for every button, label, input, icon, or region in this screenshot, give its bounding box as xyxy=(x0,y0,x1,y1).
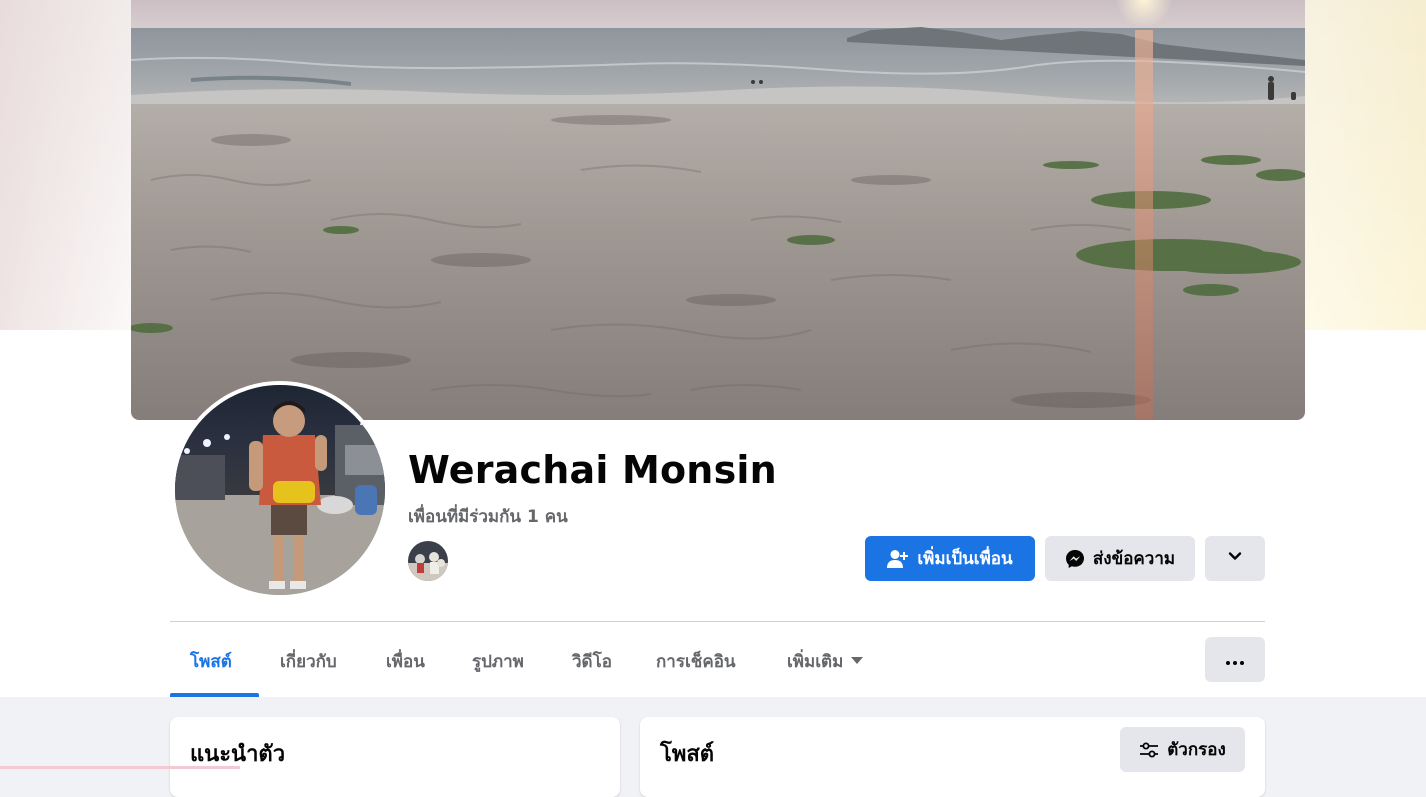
tab-more-label: เพิ่มเติม xyxy=(787,651,844,672)
cover-photo[interactable] xyxy=(131,0,1305,420)
filter-label: ตัวกรอง xyxy=(1167,740,1226,760)
tab-posts[interactable]: โพสต์ xyxy=(190,637,232,685)
active-tab-indicator xyxy=(170,693,259,697)
sliders-icon xyxy=(1139,741,1159,759)
profile-picture[interactable] xyxy=(175,385,385,595)
profile-options-button[interactable] xyxy=(1205,637,1265,682)
profile-header: Werachai Monsin เพื่อนที่มีร่วมกัน 1 คน … xyxy=(0,0,1426,697)
mutual-friends-count[interactable]: เพื่อนที่มีร่วมกัน 1 คน xyxy=(408,503,568,530)
tab-videos[interactable]: วิดีโอ xyxy=(572,637,612,685)
tab-friends[interactable]: เพื่อน xyxy=(386,637,425,685)
header-divider xyxy=(170,621,1265,622)
add-friend-button[interactable]: เพิ่มเป็นเพื่อน xyxy=(865,536,1035,581)
tab-about[interactable]: เกี่ยวกับ xyxy=(280,637,337,685)
intro-card: แนะนำตัว xyxy=(170,717,620,797)
add-friend-label: เพิ่มเป็นเพื่อน xyxy=(917,549,1013,569)
chevron-down-icon xyxy=(1227,548,1243,569)
message-button[interactable]: ส่งข้อความ xyxy=(1045,536,1195,581)
profile-name: Werachai Monsin xyxy=(408,448,777,492)
tab-photos[interactable]: รูปภาพ xyxy=(472,637,524,685)
messenger-icon xyxy=(1065,549,1085,569)
posts-card: โพสต์ ตัวกรอง xyxy=(640,717,1265,797)
filter-button[interactable]: ตัวกรอง xyxy=(1120,727,1245,772)
profile-tabs: โพสต์ เกี่ยวกับ เพื่อน รูปภาพ วิดีโอ การ… xyxy=(170,637,1265,697)
caret-down-icon xyxy=(851,657,864,665)
message-label: ส่งข้อความ xyxy=(1092,549,1176,569)
tab-more[interactable]: เพิ่มเติม xyxy=(787,637,864,685)
tab-checkins[interactable]: การเช็คอิน xyxy=(656,637,736,685)
posts-title: โพสต์ xyxy=(660,742,715,767)
three-dots-icon xyxy=(1226,650,1244,670)
mutual-friend-avatar[interactable] xyxy=(408,541,448,581)
profile-more-button[interactable] xyxy=(1205,536,1265,581)
person-plus-icon xyxy=(887,549,909,569)
